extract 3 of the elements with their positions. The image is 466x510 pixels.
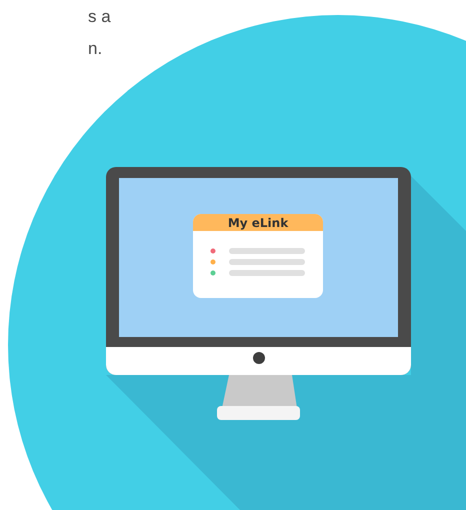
text-fragment: s a xyxy=(88,6,111,28)
text-fragment: n. xyxy=(88,38,102,60)
window-title: My eLink xyxy=(228,216,288,230)
